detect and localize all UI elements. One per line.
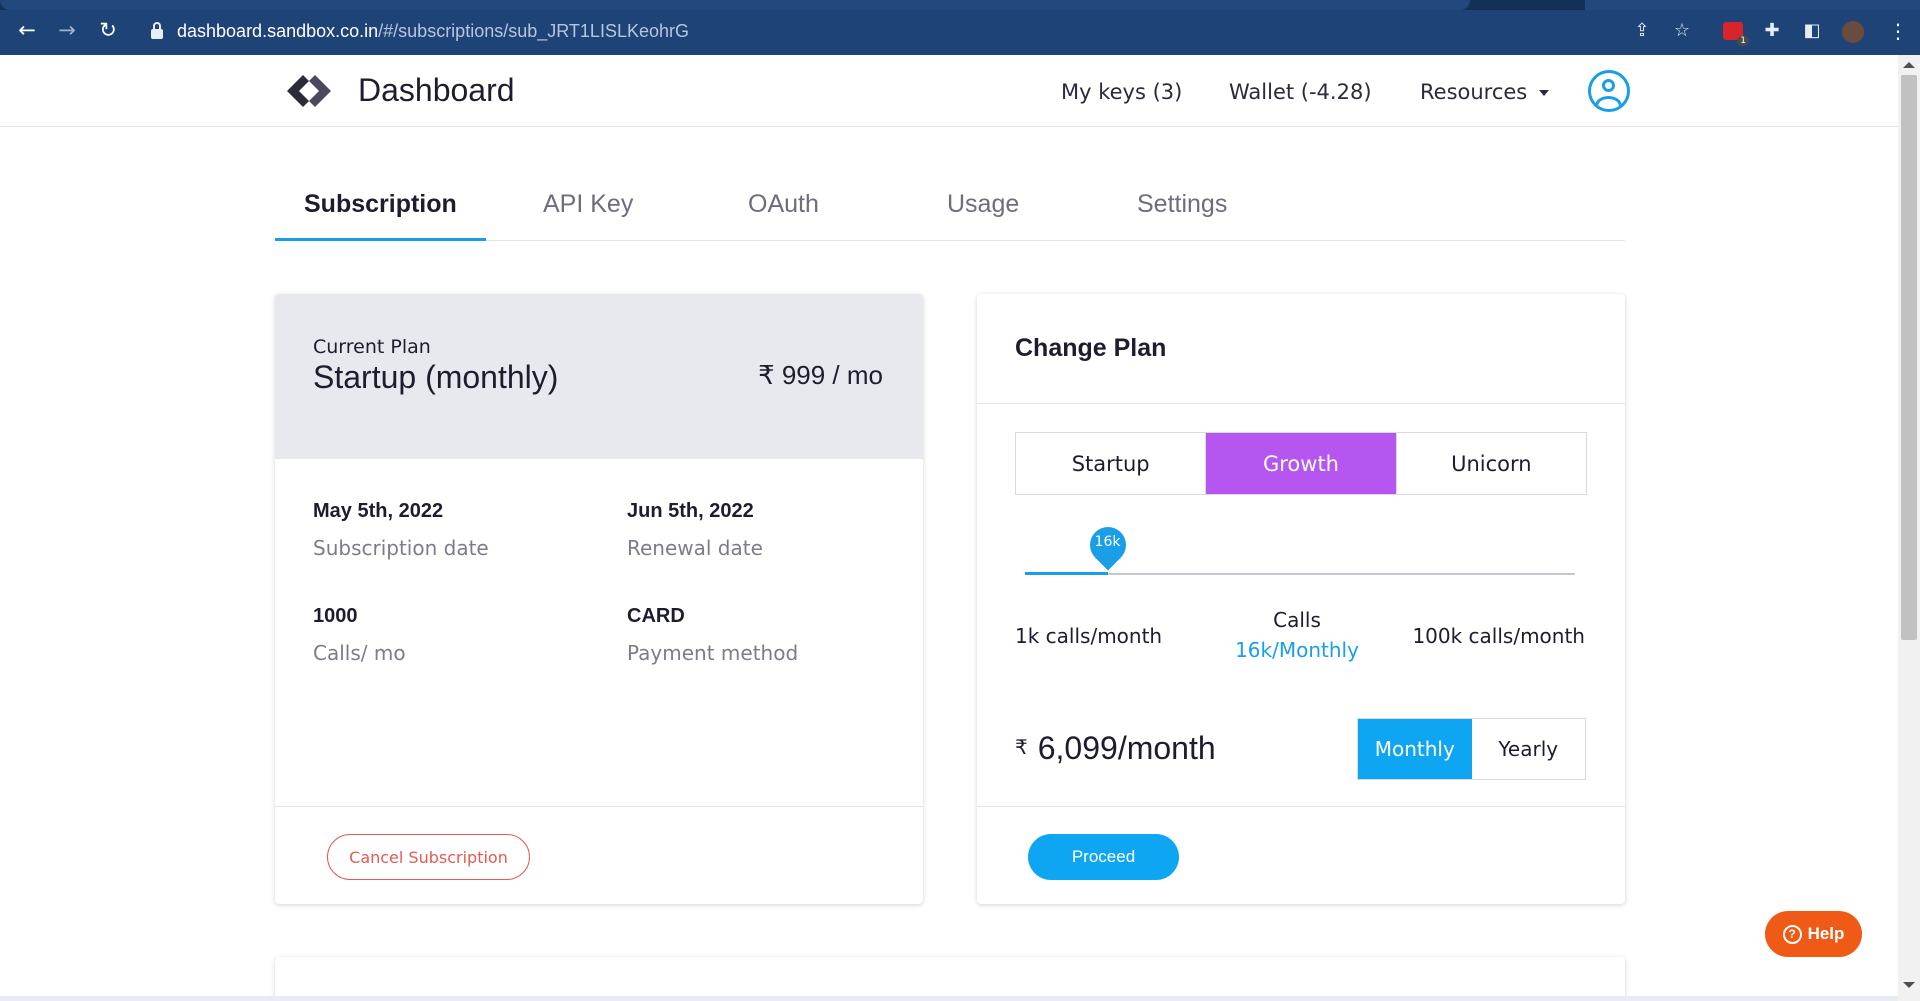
billing-yearly-option[interactable]: Yearly: [1472, 719, 1586, 779]
calls-slider-fill: [1025, 572, 1108, 575]
subscription-date-value: May 5th, 2022: [313, 500, 444, 522]
tab-settings[interactable]: Settings: [1137, 190, 1227, 219]
rupee-symbol: ₹: [1015, 737, 1028, 759]
current-plan-price: ₹ 999 / mo: [758, 360, 883, 390]
calls-label: Calls: [1273, 608, 1321, 632]
caret-down-icon: [1539, 90, 1550, 96]
calls-value: 1000: [313, 605, 358, 627]
renewal-date-caption: Renewal date: [627, 536, 763, 560]
plan-selector: Startup Growth Unicorn: [1015, 432, 1587, 495]
brand-title[interactable]: Dashboard: [358, 72, 515, 109]
tab-subscription[interactable]: Subscription: [304, 190, 457, 219]
plan-option-unicorn[interactable]: Unicorn: [1397, 433, 1586, 494]
billing-cycle-toggle: Monthly Yearly: [1357, 718, 1586, 780]
wallet-link[interactable]: Wallet (-4.28): [1229, 80, 1372, 104]
scroll-down-arrow-icon[interactable]: [1903, 982, 1915, 988]
current-plan-name: Startup (monthly): [313, 359, 559, 395]
app-header: Dashboard My keys (3) Wallet (-4.28) Res…: [0, 55, 1898, 127]
tab-usage[interactable]: Usage: [947, 190, 1019, 219]
browser-tab-strip-right[interactable]: [1585, 0, 1920, 10]
range-min-label: 1k calls/month: [1015, 624, 1163, 648]
puzzle-extensions-icon[interactable]: ✚: [1760, 19, 1784, 43]
scroll-up-arrow-icon[interactable]: [1903, 62, 1915, 68]
active-tab-indicator: [275, 238, 486, 241]
question-icon: ?: [1782, 924, 1802, 944]
dashboard-logo-icon[interactable]: [285, 73, 337, 109]
calls-caption: Calls/ mo: [313, 641, 406, 665]
plan-option-growth[interactable]: Growth: [1206, 433, 1397, 494]
proceed-button[interactable]: Proceed: [1028, 834, 1179, 880]
new-plan-price: ₹6,099/month: [1015, 730, 1216, 767]
status-bar: [0, 996, 1898, 1001]
cancel-subscription-button[interactable]: Cancel Subscription: [327, 834, 530, 880]
kebab-menu-icon[interactable]: ⋮: [1888, 19, 1908, 43]
url-text[interactable]: dashboard.sandbox.co.in/#/subscriptions/…: [177, 21, 689, 42]
renewal-date-value: Jun 5th, 2022: [627, 500, 754, 522]
card-divider: [977, 403, 1625, 404]
browser-tab-strip[interactable]: [0, 0, 1470, 10]
tab-oauth[interactable]: OAuth: [748, 190, 819, 219]
plan-option-startup[interactable]: Startup: [1016, 433, 1207, 494]
payment-method-value: CARD: [627, 605, 685, 627]
billing-monthly-option[interactable]: Monthly: [1358, 719, 1472, 779]
subscription-tabs: Subscription API Key OAuth Usage Setting…: [275, 190, 1625, 241]
my-keys-link[interactable]: My keys (3): [1061, 80, 1182, 104]
reload-icon[interactable]: ↻: [96, 18, 120, 42]
scrollbar-thumb[interactable]: [1901, 75, 1917, 640]
lock-icon[interactable]: [150, 22, 164, 40]
profile-avatar[interactable]: [1842, 21, 1864, 43]
lower-card: [275, 957, 1625, 1001]
subscription-date-caption: Subscription date: [313, 536, 489, 560]
card-divider: [275, 806, 923, 807]
calls-slider-track[interactable]: [1025, 573, 1575, 575]
help-button[interactable]: ? Help: [1765, 911, 1862, 957]
side-panel-icon[interactable]: ◧: [1800, 19, 1824, 43]
calls-selected-value: 16k/Monthly: [1235, 638, 1359, 662]
range-max-label: 100k calls/month: [1412, 624, 1585, 648]
share-icon[interactable]: ⇪: [1630, 19, 1654, 43]
resources-label: Resources: [1420, 80, 1528, 104]
resources-dropdown[interactable]: Resources: [1420, 80, 1550, 104]
calendar-extension-icon[interactable]: 1: [1723, 22, 1749, 46]
current-plan-card: Current Plan Startup (monthly) ₹ 999 / m…: [275, 294, 923, 904]
new-plan-price-value: 6,099/month: [1037, 730, 1216, 766]
payment-method-caption: Payment method: [627, 641, 799, 665]
forward-arrow-icon[interactable]: →: [55, 18, 79, 42]
change-plan-title: Change Plan: [1015, 334, 1167, 362]
calls-slider-value: 16k: [1094, 534, 1121, 550]
current-plan-header: Current Plan Startup (monthly) ₹ 999 / m…: [275, 294, 923, 459]
help-label: Help: [1807, 924, 1845, 943]
tab-api-key[interactable]: API Key: [543, 190, 633, 219]
back-arrow-icon[interactable]: ←: [15, 18, 39, 42]
bookmark-star-icon[interactable]: ☆: [1670, 19, 1694, 43]
card-divider: [977, 806, 1625, 807]
extension-badge: 1: [1737, 36, 1749, 46]
account-user-icon[interactable]: [1588, 70, 1630, 112]
change-plan-card: Change Plan Startup Growth Unicorn 16k 1…: [977, 294, 1625, 904]
current-plan-label: Current Plan: [313, 336, 431, 358]
